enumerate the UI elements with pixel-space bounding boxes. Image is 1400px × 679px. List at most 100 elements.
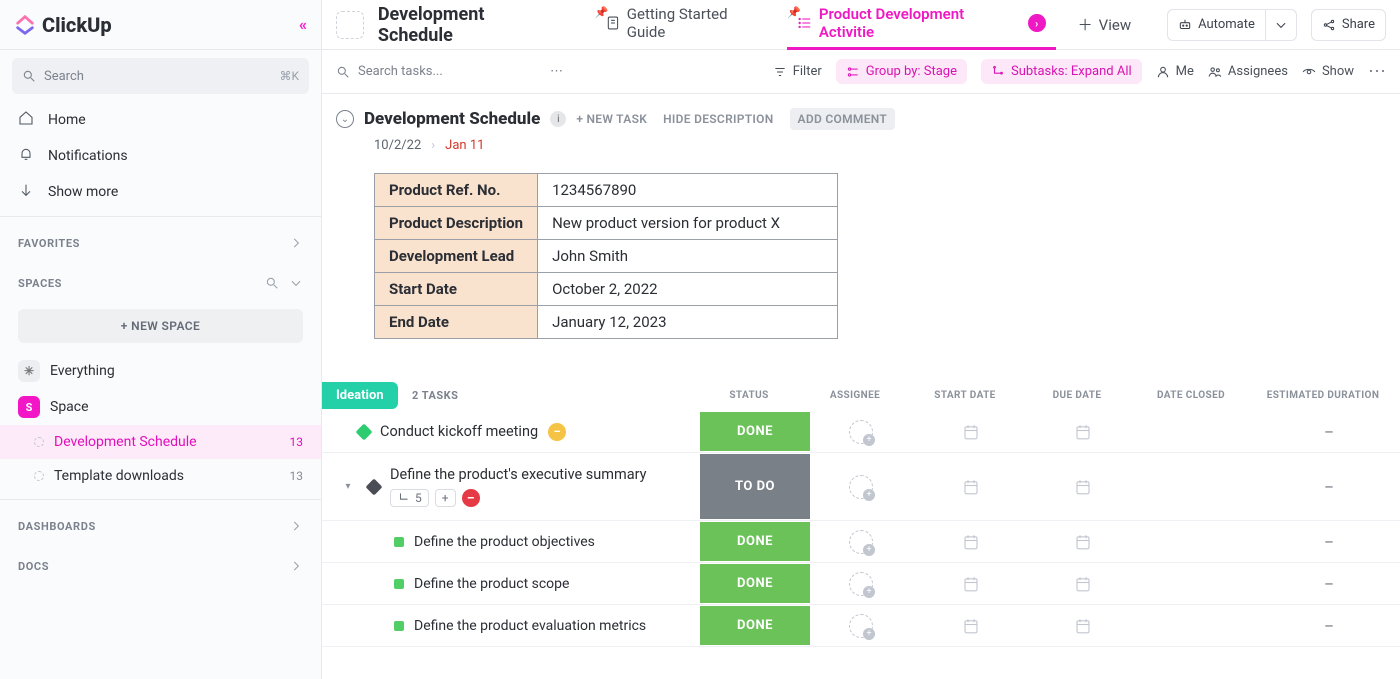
subtask-count-chip[interactable]: 5 [390,489,429,507]
assignee-cell[interactable] [810,521,912,562]
desc-val[interactable]: January 12, 2023 [538,306,838,339]
app-logo[interactable]: ClickUp [14,13,112,37]
desc-val[interactable]: 1234567890 [538,174,838,207]
desc-val[interactable]: New product version for product X [538,207,838,240]
start-date-cell[interactable] [912,411,1030,452]
add-comment-button[interactable]: ADD COMMENT [790,108,896,130]
subtask-row[interactable]: Define the product evaluation metrics DO… [322,605,1400,647]
nav-show-more[interactable]: Show more [0,174,321,210]
col-assignee[interactable]: ASSIGNEE [804,390,906,401]
start-date-cell[interactable] [912,563,1030,604]
list-start-date[interactable]: 10/2/22 [374,138,421,153]
share-button[interactable]: Share [1311,9,1386,41]
due-date-cell[interactable] [1030,605,1136,646]
est-duration-cell[interactable]: – [1258,453,1400,520]
show-button[interactable]: Show [1302,64,1354,79]
filter-button[interactable]: Filter [773,64,822,79]
group-by-button[interactable]: Group by: Stage [836,59,967,84]
automate-button[interactable]: Automate [1167,9,1297,41]
new-task-button[interactable]: + NEW TASK [576,112,647,126]
breadcrumb-title[interactable]: Development Schedule [378,4,563,46]
assignee-cell[interactable] [810,411,912,452]
group-by-label: Group by: Stage [866,64,957,79]
date-closed-cell[interactable] [1136,453,1258,520]
search-tasks-input[interactable]: Search tasks... [336,64,536,79]
info-icon[interactable]: i [550,111,566,127]
est-duration-cell[interactable]: – [1258,605,1400,646]
sidebar-search[interactable]: Search ⌘K [12,58,309,94]
collapse-sidebar-button[interactable]: « [299,15,307,34]
col-start[interactable]: START DATE [906,390,1024,401]
space-everything[interactable]: ✳ Everything [0,353,321,389]
task-row[interactable]: ▾ Define the product's executive summary… [322,453,1400,521]
add-subtask-chip[interactable]: + [435,489,456,507]
due-date-cell[interactable] [1030,563,1136,604]
chevron-down-icon[interactable] [289,276,303,290]
subtasks-button[interactable]: Subtasks: Expand All [981,59,1142,84]
sidebar-list-dev-schedule[interactable]: Development Schedule 13 [0,425,321,459]
status-cell[interactable]: DONE [700,564,810,603]
col-closed[interactable]: DATE CLOSED [1130,390,1252,401]
est-duration-cell[interactable]: – [1258,521,1400,562]
desc-val[interactable]: October 2, 2022 [538,273,838,306]
list-due-date[interactable]: Jan 11 [445,138,484,153]
blocked-badge-icon[interactable]: – [462,489,480,507]
group-stage-badge[interactable]: Ideation [322,382,398,409]
task-row[interactable]: Conduct kickoff meeting – DONE – [322,411,1400,453]
more-options-button[interactable]: ⋯ [550,64,563,79]
tab-getting-started[interactable]: 📌 Getting Started Guide [595,0,779,50]
assignee-cell[interactable] [810,563,912,604]
person-icon [1156,65,1170,79]
status-cell[interactable]: DONE [700,412,810,451]
status-pill-icon[interactable]: – [548,423,566,441]
est-duration-cell[interactable]: – [1258,563,1400,604]
search-small-icon[interactable] [265,276,279,290]
desc-val[interactable]: John Smith [538,240,838,273]
due-date-cell[interactable] [1030,521,1136,562]
add-view-button[interactable]: ＋ View [1070,14,1139,35]
col-status[interactable]: STATUS [694,390,804,401]
due-date-cell[interactable] [1030,453,1136,520]
sidebar-list-templates[interactable]: Template downloads 13 [0,459,321,493]
automate-caret[interactable] [1265,10,1296,40]
me-button[interactable]: Me [1156,64,1194,79]
tab-product-dev[interactable]: 📌 Product Development Activitie › [787,0,1056,50]
date-closed-cell[interactable] [1136,521,1258,562]
subtask-row[interactable]: Define the product objectives DONE – [322,521,1400,563]
assignee-cell[interactable] [810,605,912,646]
doc-title[interactable]: Development Schedule [364,109,540,129]
expand-toggle[interactable]: ▾ [338,481,358,492]
start-date-cell[interactable] [912,521,1030,562]
date-closed-cell[interactable] [1136,411,1258,452]
start-date-cell[interactable] [912,453,1030,520]
nav-label: Notifications [48,148,128,164]
nav-notifications[interactable]: Notifications [0,138,321,174]
nav-home[interactable]: Home [0,102,321,138]
date-closed-cell[interactable] [1136,605,1258,646]
status-cell[interactable]: TO DO [700,454,810,519]
toolbar-overflow-button[interactable]: ⋯ [1368,61,1386,82]
start-date-cell[interactable] [912,605,1030,646]
due-date-cell[interactable] [1030,411,1136,452]
new-space-button[interactable]: + NEW SPACE [18,309,303,343]
task-listing: Ideation 2 TASKS STATUS ASSIGNEE START D… [322,379,1400,647]
hide-description-button[interactable]: HIDE DESCRIPTION [663,112,773,126]
docs-header[interactable]: DOCS [0,546,321,586]
col-est[interactable]: ESTIMATED DURATION [1252,390,1394,401]
collapse-doc-caret[interactable]: ⌄ [336,110,354,128]
status-cell[interactable]: DONE [700,522,810,561]
status-cell[interactable]: DONE [700,606,810,645]
date-closed-cell[interactable] [1136,563,1258,604]
filter-label: Filter [793,64,822,79]
subtasks-label: Subtasks: Expand All [1011,64,1132,79]
spaces-header[interactable]: SPACES [0,263,321,303]
col-due[interactable]: DUE DATE [1024,390,1130,401]
subtask-row[interactable]: Define the product scope DONE – [322,563,1400,605]
assignee-cell[interactable] [810,453,912,520]
assignees-button[interactable]: Assignees [1208,64,1288,79]
tab-expand-icon[interactable]: › [1028,14,1046,32]
est-duration-cell[interactable]: – [1258,411,1400,452]
space-item[interactable]: S Space [0,389,321,425]
dashboards-header[interactable]: DASHBOARDS [0,506,321,546]
favorites-header[interactable]: FAVORITES [0,223,321,263]
